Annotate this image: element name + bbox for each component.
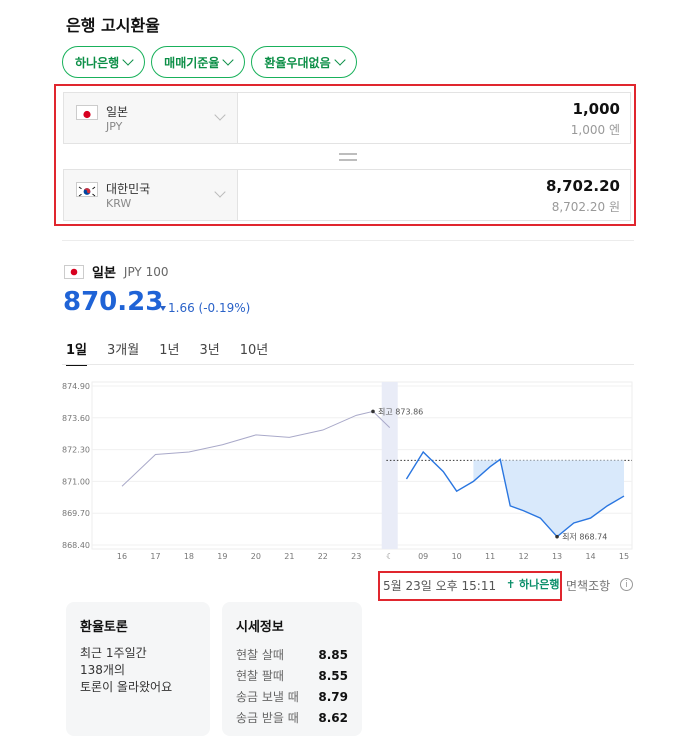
tab-divider [62, 364, 634, 365]
chip-label: 환율우대없음 [264, 55, 331, 70]
currency-name: 일본 [106, 105, 129, 119]
x-tick-label: 22 [318, 552, 328, 561]
korea-flag-icon [76, 182, 98, 197]
x-tick-label: 15 [619, 552, 629, 561]
chip-label: 하나은행 [75, 55, 120, 70]
divider [62, 240, 634, 241]
chart-currency-header: 일본 JPY 100 [64, 262, 168, 281]
y-tick-label: 871.00 [62, 477, 90, 486]
rate-change: 1.66 (-0.19%) [160, 301, 250, 315]
chart-currency-code: JPY 100 [123, 264, 169, 279]
info-label: 송금 받을 때 [236, 711, 299, 725]
card-text: 토론이 올라왔어요 [80, 680, 173, 694]
page-title: 은행 고시환율 [66, 16, 160, 35]
x-tick-label: 13 [552, 552, 562, 561]
market-info-card: 시세정보 현찰 살때 8.85 현찰 팔때 8.55 송금 보낼 때 8.79 송금 … [222, 602, 362, 736]
to-amount-input[interactable]: 8,702.20 [546, 177, 620, 195]
currency-name: 대한민국 [106, 182, 151, 196]
discussion-card[interactable]: 환율토론 최근 1주일간 138개의 토론이 올라왔어요 [66, 602, 210, 736]
filter-chips: 하나은행 매매기준율 환율우대없음 [62, 46, 357, 78]
x-tick-label: 12 [519, 552, 529, 561]
info-value: 8.79 [318, 690, 348, 704]
x-tick-label: 19 [217, 552, 227, 561]
y-tick-label: 869.70 [62, 509, 90, 518]
rate-chart[interactable]: 874.90 873.60 872.30 871.00 869.70 868.40 16 17… [60, 378, 636, 568]
x-tick-label: 17 [150, 552, 160, 561]
tab-1d[interactable]: 1일 [66, 339, 88, 366]
info-value: 8.62 [318, 711, 348, 725]
from-currency-select[interactable]: 일본 JPY [64, 93, 238, 143]
chevron-down-icon [214, 186, 226, 198]
card-title: 시세정보 [236, 620, 284, 635]
disclaimer-link[interactable]: 면책조항 [566, 577, 610, 594]
below-baseline-area [473, 460, 624, 537]
chevron-down-icon [122, 54, 134, 66]
y-tick-label: 868.40 [62, 541, 90, 550]
rate-type-chip[interactable]: 매매기준율 [151, 46, 246, 78]
y-tick-label: 873.60 [62, 414, 90, 423]
info-icon[interactable]: i [620, 578, 633, 591]
y-tick-label: 872.30 [62, 446, 90, 455]
info-value: 8.55 [318, 669, 348, 683]
info-row: 송금 보낼 때 8.79 [236, 687, 348, 708]
bank-select-chip[interactable]: 하나은행 [62, 46, 146, 78]
from-amount-text: 1,000 엔 [570, 123, 620, 137]
x-tick-label: 09 [418, 552, 428, 561]
current-rate: 870.23 [63, 287, 164, 317]
hana-bank-logo: ✝ 하나은행 [506, 578, 560, 591]
info-label: 현찰 살때 [236, 648, 284, 662]
currency-code: JPY [106, 120, 123, 133]
info-label: 송금 보낼 때 [236, 690, 299, 704]
x-tick-label: 10 [452, 552, 462, 561]
annotation-label: 최고 873.86 [378, 406, 423, 416]
x-tick-label: 20 [251, 552, 261, 561]
info-value: 8.85 [318, 648, 348, 662]
period-tabs: 1일 3개월 1년 3년 10년 [66, 339, 268, 366]
japan-flag-icon [76, 105, 98, 120]
chart-currency-name: 일본 [92, 266, 116, 281]
series-line [121, 410, 391, 487]
tab-3m[interactable]: 3개월 [107, 339, 139, 366]
card-title: 환율토론 [80, 620, 128, 635]
chevron-down-icon [214, 109, 226, 121]
from-currency-row: 일본 JPY 1,000 1,000 엔 [63, 92, 631, 144]
from-amount-input[interactable]: 1,000 [573, 100, 620, 118]
y-tick-label: 874.90 [62, 382, 90, 391]
info-row: 송금 받을 때 8.62 [236, 708, 348, 729]
bank-name: 하나은행 [519, 578, 560, 591]
japan-flag-icon [64, 264, 84, 279]
chevron-down-icon [222, 54, 235, 66]
currency-converter: 일본 JPY 1,000 1,000 엔 대한민국 KRW 8,702.20 8… [54, 84, 636, 226]
preferential-rate-chip[interactable]: 환율우대없음 [251, 46, 357, 78]
tab-3y[interactable]: 3년 [199, 339, 219, 366]
annotation-point [371, 409, 375, 414]
card-text: 최근 1주일간 [80, 646, 147, 660]
card-text: 138개의 [80, 663, 125, 677]
chevron-down-icon [333, 54, 346, 66]
x-tick-label: 18 [184, 552, 194, 561]
tab-1y[interactable]: 1년 [159, 339, 179, 366]
info-row: 현찰 팔때 8.55 [236, 666, 348, 687]
equals-icon [339, 153, 357, 165]
x-tick-label: ☾ [386, 552, 393, 561]
info-label: 현찰 팔때 [236, 669, 284, 683]
x-tick-label: 14 [585, 552, 595, 561]
to-currency-row: 대한민국 KRW 8,702.20 8,702.20 원 [63, 169, 631, 221]
chip-label: 매매기준율 [164, 55, 220, 70]
x-tick-label: 23 [351, 552, 361, 561]
x-tick-label: 21 [284, 552, 294, 561]
to-amount-text: 8,702.20 원 [551, 200, 620, 214]
x-tick-label: 16 [117, 552, 127, 561]
tab-10y[interactable]: 10년 [240, 339, 269, 366]
x-tick-label: 11 [485, 552, 495, 561]
timestamp: 5월 23일 오후 15:11 [383, 579, 497, 593]
rate-change-value: 1.66 (-0.19%) [168, 301, 251, 315]
annotation-point [555, 534, 559, 539]
info-row: 현찰 살때 8.85 [236, 645, 348, 666]
annotation-label: 최저 868.74 [562, 532, 607, 542]
down-arrow-icon [160, 306, 166, 311]
to-currency-select[interactable]: 대한민국 KRW [64, 170, 238, 220]
currency-code: KRW [106, 197, 132, 210]
